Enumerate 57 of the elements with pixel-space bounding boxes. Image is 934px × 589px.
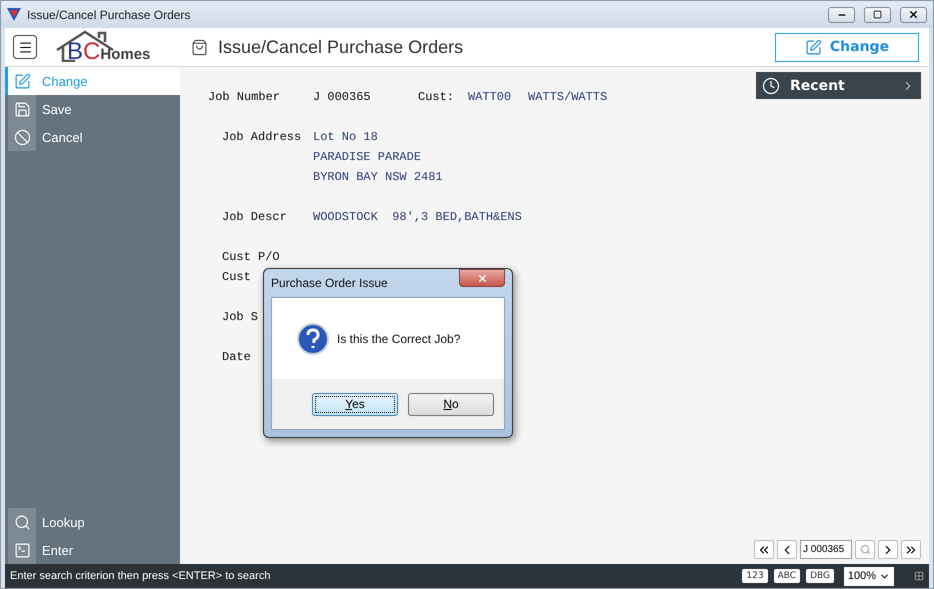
close-button[interactable]: [900, 6, 927, 22]
prohibited-icon: [14, 128, 30, 146]
window-title: Issue/Cancel Purchase Orders: [27, 8, 192, 22]
field-label: Job Descr: [222, 210, 287, 224]
page-title: Issue/Cancel Purchase Orders: [218, 36, 464, 58]
menu-icon: [18, 40, 32, 54]
status-message: Enter search criterion then press <ENTER> to search: [10, 570, 272, 582]
close-icon: [476, 272, 488, 284]
minimize-button[interactable]: [828, 6, 855, 22]
yes-button[interactable]: Yes: [312, 392, 398, 416]
close-icon: [908, 9, 919, 20]
maximize-button[interactable]: [864, 6, 891, 22]
field-label: Date: [222, 350, 251, 364]
terminal-icon: [14, 542, 30, 558]
dialog-message: Is this the Correct Job?: [337, 332, 460, 346]
bag-icon: [191, 38, 208, 56]
next-record-button[interactable]: [878, 540, 898, 559]
mode-indicator[interactable]: DBG: [806, 569, 834, 583]
first-record-button[interactable]: [754, 540, 774, 559]
job-number: J 000365: [313, 90, 372, 104]
search-icon: [14, 514, 30, 530]
recent-panel[interactable]: Recent: [756, 72, 921, 99]
search-icon: [860, 544, 870, 555]
dialog-title: Purchase Order Issue: [271, 276, 388, 290]
menu-button[interactable]: [13, 35, 37, 59]
field-value: Lot No 18: [313, 130, 378, 144]
mode-indicator[interactable]: 123: [742, 569, 768, 583]
customer-name: WATTS/WATTS: [528, 90, 608, 104]
last-record-button[interactable]: [901, 540, 921, 559]
app-logo-icon: [7, 8, 21, 21]
sidebar-item[interactable]: Lookup: [5, 508, 180, 536]
zoom-dropdown[interactable]: 100%: [844, 566, 894, 586]
grid-icon: [914, 571, 924, 581]
field-value: WOODSTOCK 98',3 BED,BATH&ENS: [313, 210, 522, 224]
company-logo: BCHomes: [55, 30, 167, 64]
sidebar-item[interactable]: Cancel: [5, 123, 180, 151]
field-value: PARADISE PARADE: [313, 150, 422, 164]
edit-icon: [804, 38, 822, 56]
field-label: Cust:: [418, 90, 456, 104]
record-field[interactable]: J 000365: [800, 540, 852, 559]
question-icon: [297, 322, 329, 354]
mode-indicator[interactable]: ABC: [774, 569, 800, 583]
field-label: Job S: [222, 310, 258, 324]
field-value: BYRON BAY NSW 2481: [313, 170, 443, 184]
sidebar-item[interactable]: Save: [5, 95, 180, 123]
close-button[interactable]: [459, 269, 505, 287]
clock-icon: [762, 76, 780, 94]
field-label: Job Address: [222, 130, 302, 144]
edit-icon: [14, 72, 30, 90]
field-label: Cust: [222, 270, 251, 284]
maximize-icon: [873, 10, 882, 19]
customer-code: WATT00: [468, 90, 512, 104]
previous-record-button[interactable]: [777, 540, 797, 559]
sidebar-item[interactable]: Enter: [5, 536, 180, 564]
field-label: Cust P/O: [222, 250, 280, 264]
no-button[interactable]: No: [408, 392, 494, 416]
field-label: Job Number: [208, 90, 282, 104]
